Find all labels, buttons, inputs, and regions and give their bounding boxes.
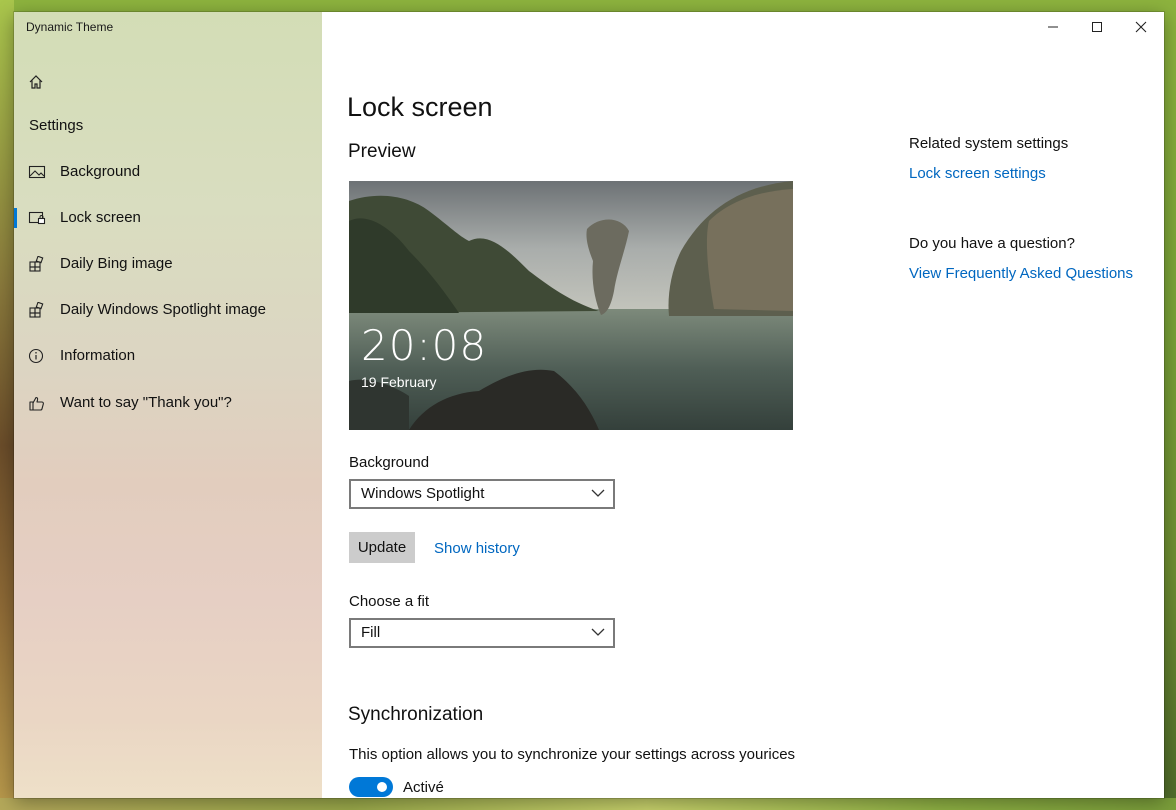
synchronization-description: This option allows you to synchronize yo… xyxy=(349,746,796,763)
sidebar-item-label: Background xyxy=(60,163,141,180)
sidebar-item-label: Information xyxy=(60,347,136,364)
toggle-knob xyxy=(377,782,387,792)
app-window: Dynamic Theme Settings Background Lock s… xyxy=(14,12,1164,798)
picture-icon xyxy=(28,165,46,179)
sidebar-item-information[interactable]: Information xyxy=(14,336,322,376)
sidebar-header: Settings xyxy=(29,117,84,134)
landscape-image xyxy=(349,181,793,430)
sidebar-item-lock-screen[interactable]: Lock screen xyxy=(14,198,322,238)
sidebar-item-background[interactable]: Background xyxy=(14,152,322,192)
synchronization-heading: Synchronization xyxy=(348,704,484,725)
sidebar-item-label: Lock screen xyxy=(60,209,141,226)
background-dropdown[interactable]: Windows Spotlight xyxy=(349,479,615,509)
sidebar: Dynamic Theme Settings Background Lock s… xyxy=(14,12,322,798)
lock-screen-icon xyxy=(28,211,46,225)
show-history-link[interactable]: Show history xyxy=(434,540,520,557)
tiles-icon xyxy=(29,256,44,272)
toggle-label: Activé xyxy=(403,779,444,796)
sidebar-item-daily-windows-spotlight-image[interactable]: Daily Windows Spotlight image xyxy=(14,290,322,330)
tiles-icon xyxy=(29,302,44,318)
preview-clock: 20:08 xyxy=(361,321,488,370)
related-settings-heading: Related system settings xyxy=(909,135,1069,152)
sidebar-item-daily-bing-image[interactable]: Daily Bing image xyxy=(14,244,322,284)
background-label: Background xyxy=(349,454,430,471)
sidebar-item-label: Daily Bing image xyxy=(60,255,173,272)
home-icon xyxy=(29,75,43,89)
info-icon xyxy=(28,348,44,364)
chevron-down-icon xyxy=(591,489,605,497)
background-dropdown-value: Windows Spotlight xyxy=(361,485,485,502)
home-button[interactable] xyxy=(24,70,48,94)
fit-dropdown[interactable]: Fill xyxy=(349,618,615,648)
preview-heading: Preview xyxy=(348,141,416,162)
question-heading: Do you have a question? xyxy=(909,235,1075,252)
preview-date: 19 February xyxy=(361,374,437,390)
sidebar-item-label: Want to say "Thank you"? xyxy=(60,394,232,411)
thumbs-up-icon xyxy=(29,396,44,411)
page-title: Lock screen xyxy=(347,92,493,122)
lock-screen-preview: 20:08 19 February xyxy=(349,181,793,430)
main-content: Lock screen Preview 20:08 19 February Ba… xyxy=(322,12,1164,798)
fit-dropdown-value: Fill xyxy=(361,624,381,641)
app-title: Dynamic Theme xyxy=(26,20,114,34)
lock-screen-settings-link[interactable]: Lock screen settings xyxy=(909,165,1046,182)
update-button[interactable]: Update xyxy=(349,532,415,563)
faq-link[interactable]: View Frequently Asked Questions xyxy=(909,265,1133,282)
sidebar-item-label: Daily Windows Spotlight image xyxy=(60,301,266,318)
synchronization-toggle[interactable] xyxy=(349,777,393,797)
chevron-down-icon xyxy=(591,628,605,636)
sidebar-item-thank-you[interactable]: Want to say "Thank you"? xyxy=(14,383,322,423)
fit-label: Choose a fit xyxy=(349,593,430,610)
desktop-background-left xyxy=(0,0,14,810)
desktop-background-bottom xyxy=(0,798,1176,810)
